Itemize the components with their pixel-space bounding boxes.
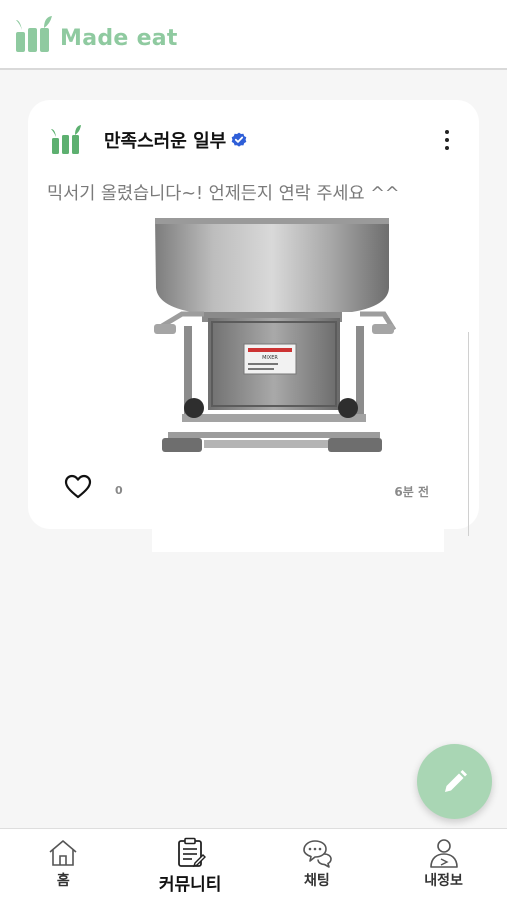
made-eat-logo-icon[interactable] — [14, 14, 54, 54]
verified-badge-icon — [231, 132, 247, 147]
tab-label-profile: 내정보 — [424, 873, 463, 889]
image-scroll-indicator — [468, 332, 469, 536]
tab-home[interactable]: 홈 — [0, 829, 127, 900]
author-name[interactable]: 만족스러운 일부 — [104, 127, 226, 153]
tab-community[interactable]: 커뮤니티 — [127, 829, 254, 900]
community-icon — [178, 837, 207, 868]
tab-label-community: 커뮤니티 — [158, 875, 222, 895]
bottom-tab-bar: 홈 커뮤니티 채팅 내정보 — [0, 828, 507, 900]
tab-profile[interactable]: 내정보 — [380, 829, 507, 900]
avatar[interactable] — [50, 124, 82, 156]
tab-label-chat: 채팅 — [303, 873, 330, 889]
home-icon — [49, 840, 77, 866]
stainless-mixer-photo: MIXER — [152, 218, 444, 552]
post-text: 믹서기 올렸습니다~! 언제든지 연락 주세요 ^^ — [47, 184, 400, 204]
like-count: 0 — [115, 484, 123, 497]
profile-icon — [429, 839, 458, 868]
post-card[interactable]: 만족스러운 일부 믹서기 올렸습니다~! 언제든지 연락 주세요 ^^ MIXE… — [28, 100, 479, 552]
tab-chat[interactable]: 채팅 — [254, 829, 381, 900]
brand-name: Made eat — [60, 25, 178, 51]
tab-label-home: 홈 — [56, 873, 70, 889]
pencil-icon — [444, 769, 467, 792]
app-header: Made eat — [0, 0, 507, 70]
post-time: 6분 전 — [394, 485, 429, 499]
post-header: 만족스러운 일부 — [50, 122, 459, 158]
more-options-icon[interactable] — [435, 126, 459, 154]
write-post-button[interactable] — [417, 744, 492, 819]
chat-icon — [303, 840, 332, 868]
svg-text:MIXER: MIXER — [262, 355, 278, 361]
post-image[interactable]: MIXER — [152, 218, 444, 552]
heart-icon[interactable] — [64, 474, 92, 500]
